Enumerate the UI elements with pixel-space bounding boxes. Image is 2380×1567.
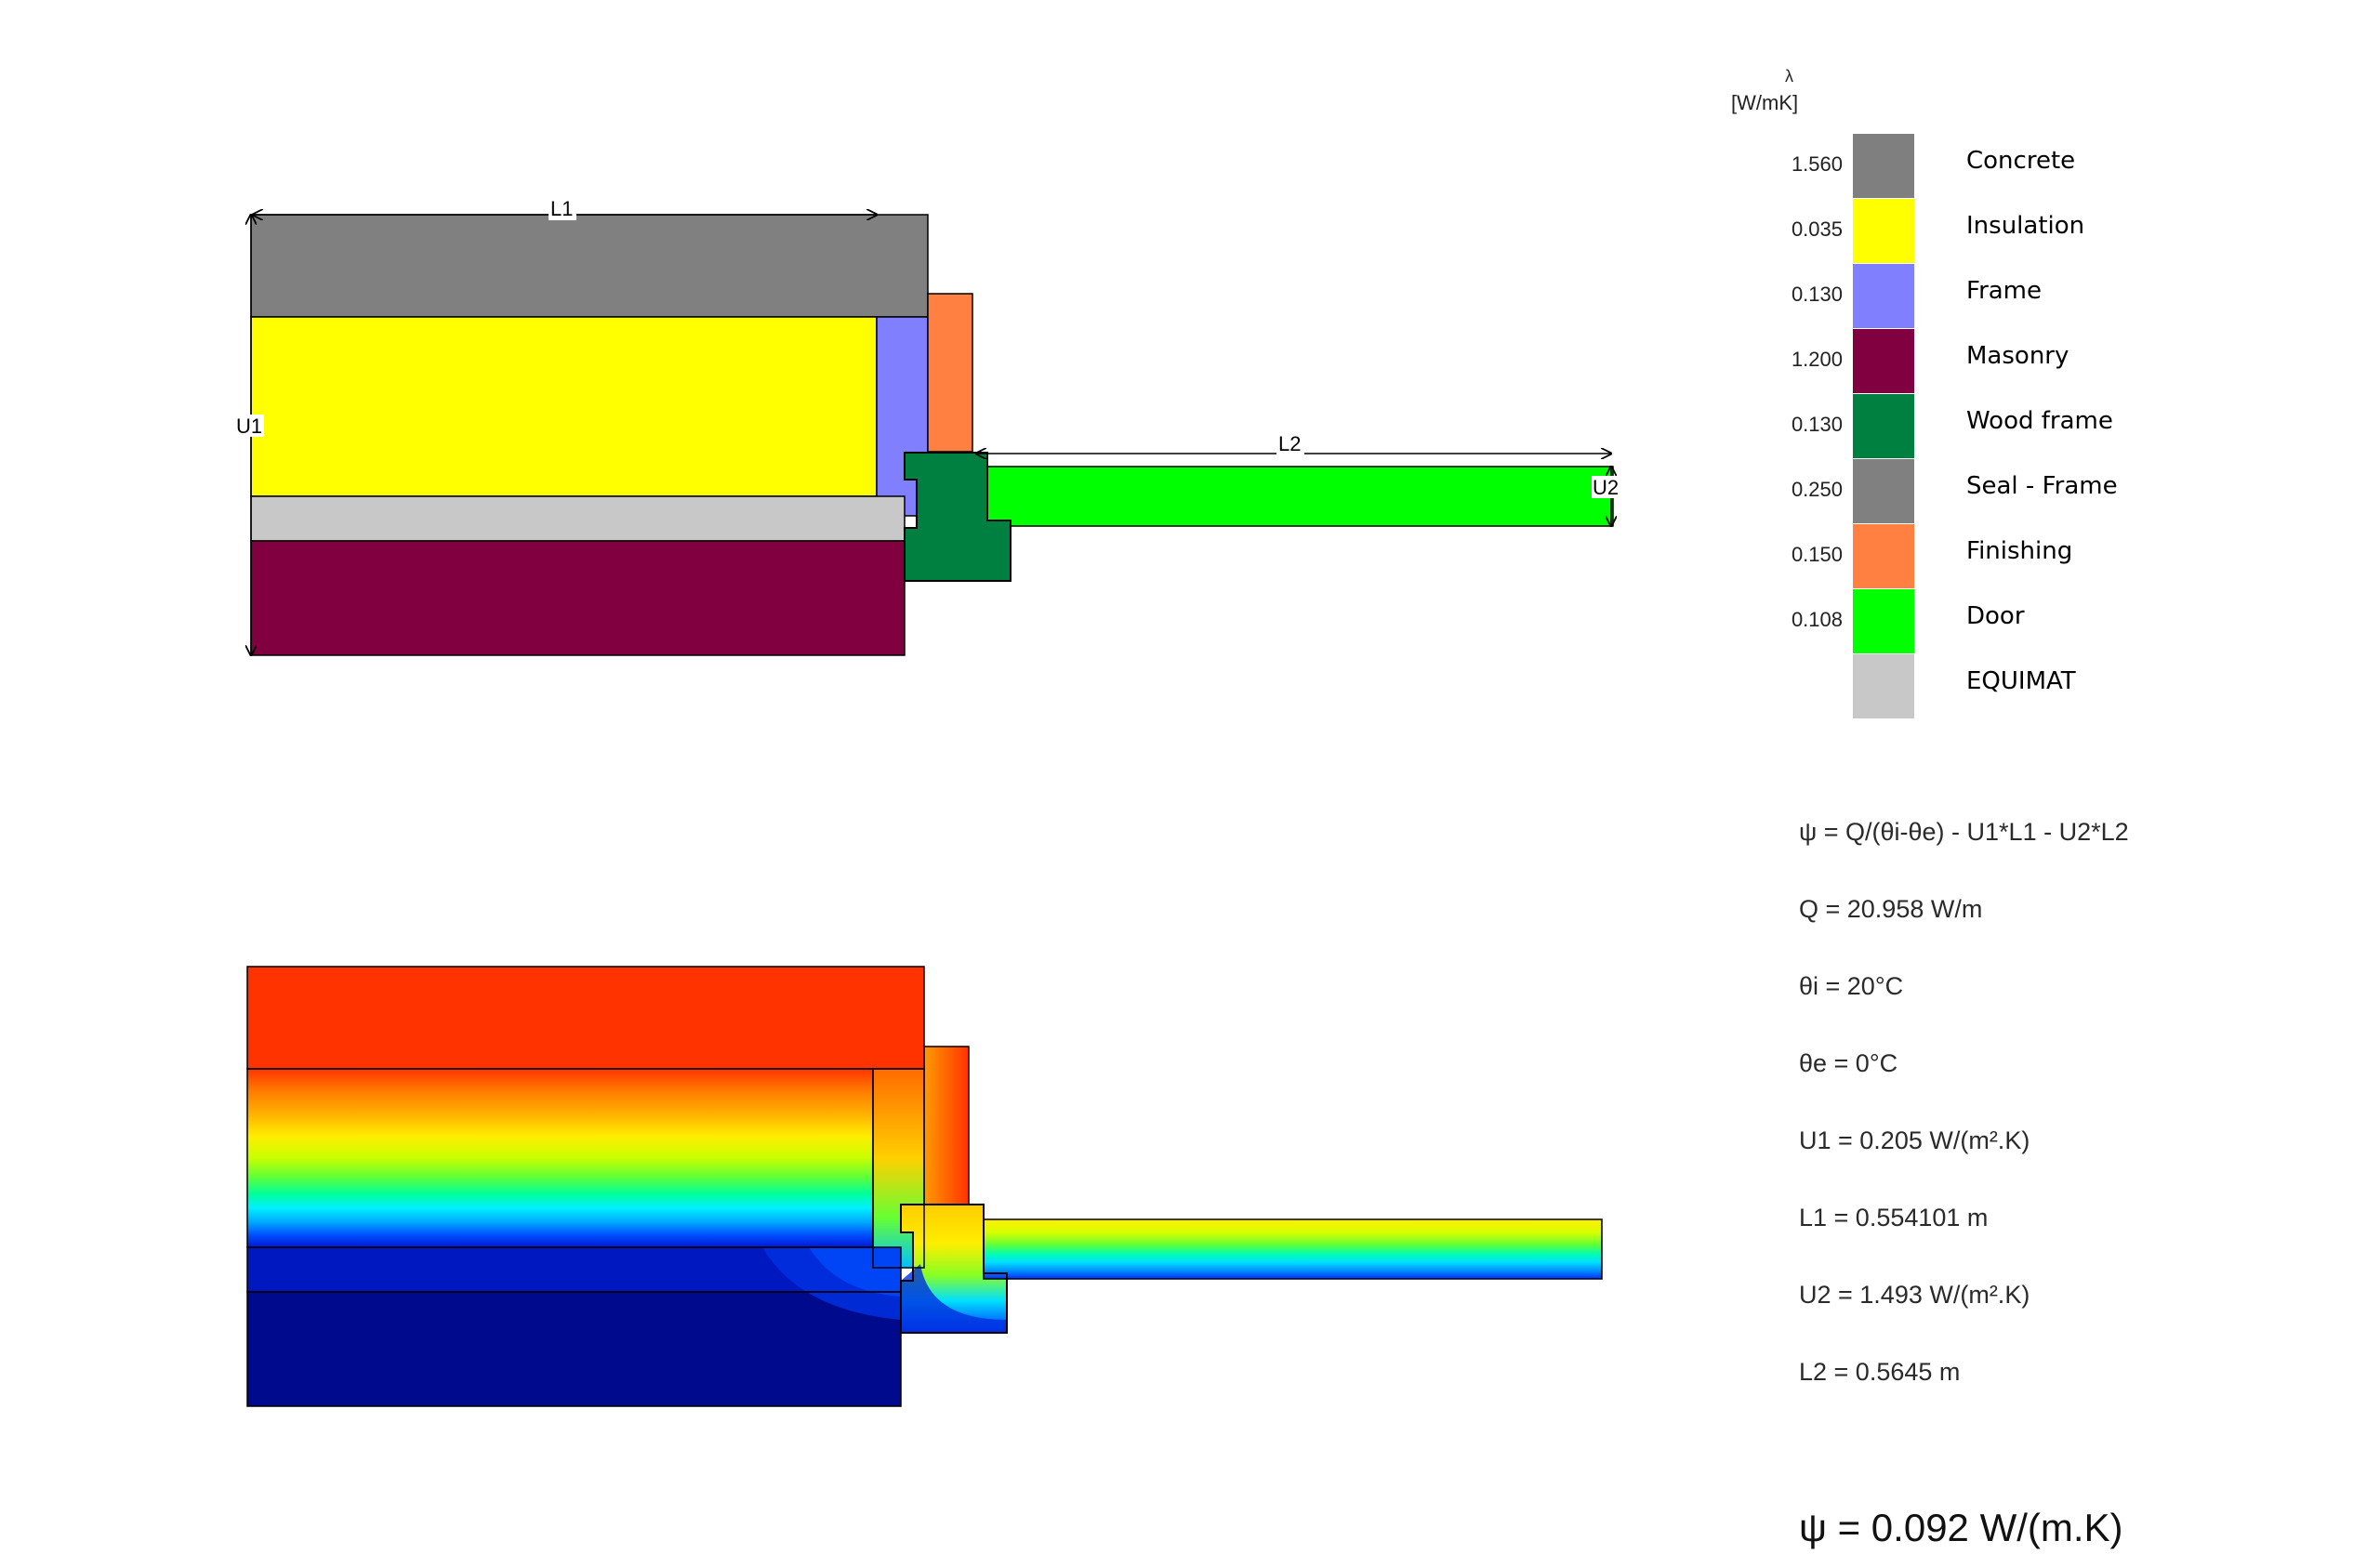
legend-item: 0.130 Frame — [1720, 264, 2110, 328]
legend-material-name: Insulation — [1966, 212, 2085, 240]
legend-swatch — [1853, 524, 1914, 588]
insulation-layer — [250, 316, 878, 497]
psi-result: ψ = 0.092 W/(m.K) — [1799, 1506, 2123, 1549]
material-geometry: L1 L2 U1 U2 — [234, 197, 1623, 655]
equimat-layer — [250, 495, 906, 542]
q-value: Q = 20.958 W/m — [1799, 895, 1983, 923]
legend-material-name: Concrete — [1966, 147, 2076, 175]
legend-lambda-value: 0.150 — [1791, 543, 1843, 566]
legend-swatch — [1853, 134, 1914, 198]
legend-item: 0.130 Wood frame — [1720, 394, 2113, 458]
l1-label: L1 — [550, 197, 573, 220]
legend-material-name: Masonry — [1966, 342, 2069, 370]
legend-lambda-value: 1.200 — [1791, 348, 1843, 371]
lambda-symbol: λ — [1785, 67, 1793, 86]
legend-lambda-value: 0.035 — [1791, 217, 1843, 241]
legend-lambda-value: 0.108 — [1791, 608, 1843, 631]
legend-item: EQUIMAT — [1720, 654, 2110, 718]
legend-material-name: EQUIMAT — [1966, 667, 2076, 695]
u1-value: U1 = 0.205 W/(m².K) — [1799, 1126, 2030, 1154]
legend-swatch — [1853, 394, 1914, 458]
u1-label: U1 — [236, 415, 262, 438]
legend-lambda-value: 0.250 — [1791, 478, 1843, 501]
u2-value: U2 = 1.493 W/(m².K) — [1799, 1281, 2030, 1309]
legend-swatch — [1853, 589, 1914, 653]
lambda-unit: [W/mK] — [1731, 91, 1799, 114]
legend-material-name: Seal - Frame — [1966, 472, 2118, 500]
u2-label: U2 — [1593, 476, 1619, 499]
legend-item: 1.200 Masonry — [1720, 329, 2110, 393]
legend-swatch — [1853, 329, 1914, 393]
legend-swatch — [1853, 459, 1914, 523]
legend-lambda-value: 0.130 — [1791, 413, 1843, 436]
theta-e-value: θe = 0°C — [1799, 1049, 1898, 1077]
l2-label: L2 — [1278, 432, 1301, 455]
l2-value: L2 = 0.5645 m — [1799, 1358, 1961, 1386]
legend-lambda-value: 1.560 — [1791, 152, 1843, 176]
legend-material-name: Finishing — [1966, 537, 2073, 565]
legend-material-name: Frame — [1966, 277, 2043, 305]
material-legend: λ [W/mK] 1.560 Concrete 0.035 Insulation 0.1… — [1720, 67, 2118, 718]
legend-material-name: Door — [1966, 602, 2025, 630]
legend-item: 0.108 Door — [1720, 589, 2110, 653]
finishing-layer — [927, 293, 973, 453]
thermal-insulation — [247, 1069, 873, 1247]
legend-lambda-value: 0.130 — [1791, 283, 1843, 306]
concrete-layer — [250, 214, 929, 318]
legend-item: 0.250 Seal - Frame — [1720, 459, 2118, 523]
temperature-field — [246, 966, 1603, 1407]
masonry-layer — [250, 540, 906, 656]
legend-swatch — [1853, 654, 1914, 718]
l1-value: L1 = 0.554101 m — [1799, 1204, 1989, 1231]
legend-item: 0.035 Insulation — [1720, 199, 2110, 263]
door-layer — [986, 466, 1614, 527]
legend-material-name: Wood frame — [1966, 407, 2113, 435]
theta-i-value: θi = 20°C — [1799, 972, 1904, 1000]
legend-swatch — [1853, 264, 1914, 328]
thermal-finishing — [924, 1047, 969, 1205]
psi-formula: ψ = Q/(θi-θe) - U1*L1 - U2*L2 — [1799, 818, 2129, 846]
thermal-concrete — [247, 967, 924, 1069]
legend-item: 0.150 Finishing — [1720, 524, 2110, 588]
thermal-door — [984, 1219, 1602, 1279]
legend-item: 1.560 Concrete — [1720, 134, 2110, 198]
legend-swatch — [1853, 199, 1914, 263]
thermal-masonry — [247, 1292, 901, 1406]
